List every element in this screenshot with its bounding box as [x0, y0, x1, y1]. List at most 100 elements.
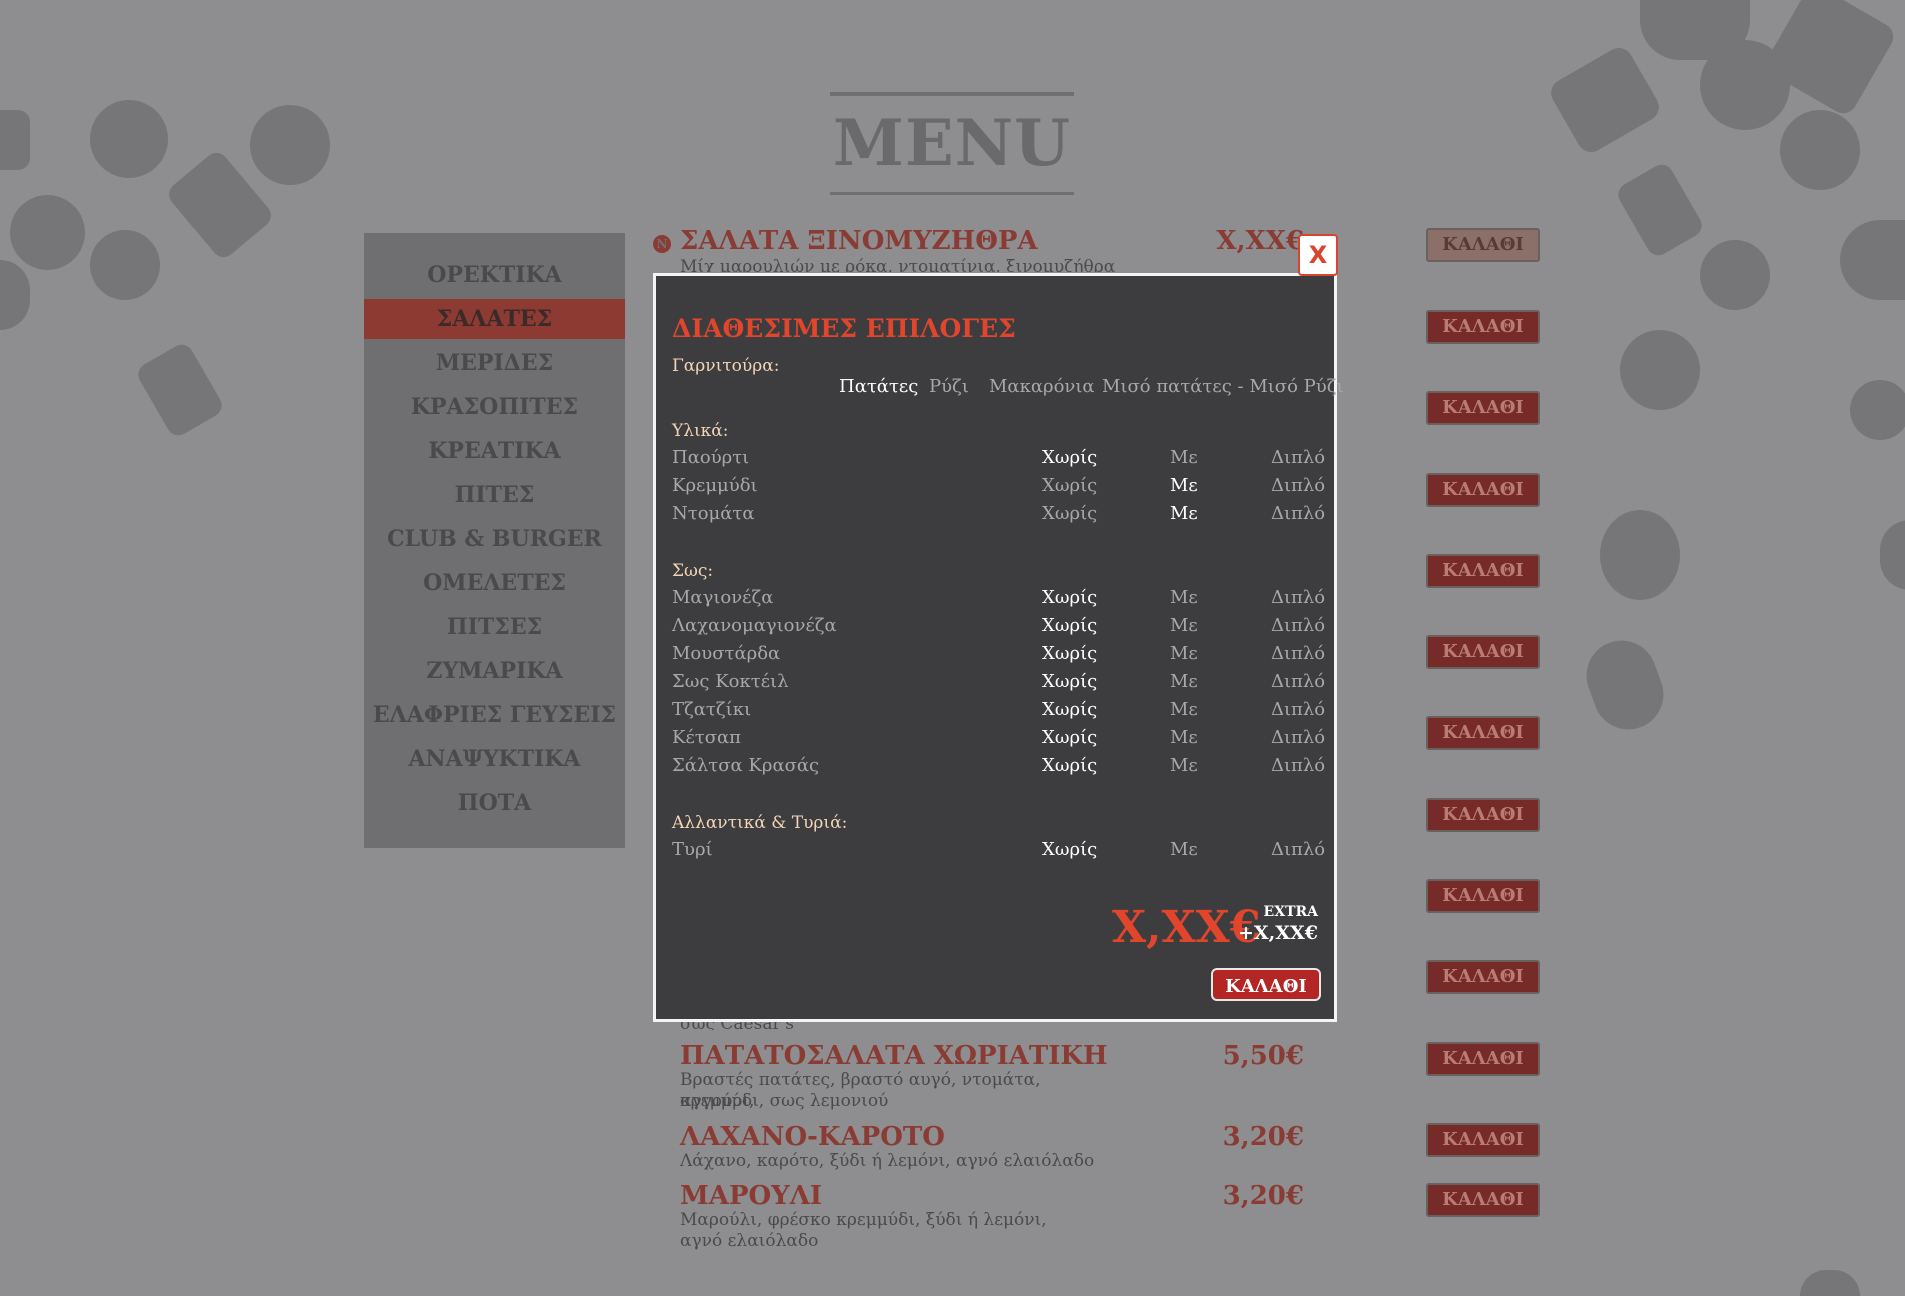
option-without[interactable]: Χωρίς: [1042, 755, 1097, 776]
option-without[interactable]: Χωρίς: [1042, 671, 1097, 692]
garnish-label: Γαρνιτούρα:: [672, 356, 780, 376]
vegetarian-icon: Ν: [653, 235, 671, 253]
category-sidebar: ΟΡΕΚΤΙΚΑ ΣΑΛΑΤΕΣ ΜΕΡΙΔΕΣ ΚΡΑΣΟΠΙΤΕΣ ΚΡΕΑ…: [364, 233, 625, 848]
option-double[interactable]: Διπλό: [1271, 839, 1325, 860]
page-title-block: MENU: [830, 92, 1074, 195]
add-to-cart-button[interactable]: ΚΑΛΑΘΙ: [1426, 1042, 1540, 1076]
sidebar-item-krasopites[interactable]: ΚΡΑΣΟΠΙΤΕΣ: [364, 387, 625, 427]
option-name: Μουστάρδα: [672, 643, 781, 664]
option-without[interactable]: Χωρίς: [1042, 587, 1097, 608]
item-price: 3,20€: [1222, 1122, 1304, 1152]
garnish-option-ryzi[interactable]: Ρύζι: [929, 376, 969, 397]
option-double[interactable]: Διπλό: [1271, 475, 1325, 496]
section-label-allantika: Αλλαντικά & Τυριά:: [672, 813, 848, 833]
option-name: Παούρτι: [672, 447, 750, 468]
option-double[interactable]: Διπλό: [1271, 671, 1325, 692]
page-title: MENU: [833, 106, 1071, 181]
sidebar-item-merides[interactable]: ΜΕΡΙΔΕΣ: [364, 343, 625, 383]
item-title: ΣΑΛΑΤΑ ΞΙΝΟΜΥΖΗΘΡΑ: [680, 226, 1038, 256]
add-to-cart-button[interactable]: ΚΑΛΑΘΙ: [1426, 391, 1540, 425]
sidebar-item-salates[interactable]: ΣΑΛΑΤΕΣ: [364, 299, 625, 339]
item-price: 3,20€: [1222, 1181, 1304, 1211]
option-with[interactable]: Με: [1170, 643, 1198, 664]
option-name: Σως Κοκτέιλ: [672, 671, 789, 692]
option-with[interactable]: Με: [1170, 727, 1198, 748]
item-description: κρεμμύδι, σως λεμονιού: [680, 1091, 889, 1111]
sidebar-item-elafries-gefseis[interactable]: ΕΛΑΦΡΙΕΣ ΓΕΥΣΕΙΣ: [364, 695, 625, 735]
option-without[interactable]: Χωρίς: [1042, 699, 1097, 720]
option-with[interactable]: Με: [1170, 699, 1198, 720]
option-with[interactable]: Με: [1170, 503, 1198, 524]
option-double[interactable]: Διπλό: [1271, 699, 1325, 720]
option-double[interactable]: Διπλό: [1271, 755, 1325, 776]
option-double[interactable]: Διπλό: [1271, 615, 1325, 636]
add-to-cart-button[interactable]: ΚΑΛΑΘΙ: [1426, 228, 1540, 262]
option-without[interactable]: Χωρίς: [1042, 839, 1097, 860]
add-to-cart-button[interactable]: ΚΑΛΑΘΙ: [1426, 879, 1540, 913]
sidebar-item-zymarika[interactable]: ΖΥΜΑΡΙΚΑ: [364, 651, 625, 691]
option-with[interactable]: Με: [1170, 615, 1198, 636]
sidebar-item-kreatika[interactable]: ΚΡΕΑΤΙΚΑ: [364, 431, 625, 471]
add-to-cart-button[interactable]: ΚΑΛΑΘΙ: [1426, 310, 1540, 344]
add-to-cart-button[interactable]: ΚΑΛΑΘΙ: [1426, 716, 1540, 750]
option-name: Λαχανομαγιονέζα: [672, 615, 837, 636]
add-to-cart-button[interactable]: ΚΑΛΑΘΙ: [1426, 635, 1540, 669]
option-double[interactable]: Διπλό: [1271, 503, 1325, 524]
option-without[interactable]: Χωρίς: [1042, 503, 1097, 524]
option-with[interactable]: Με: [1170, 475, 1198, 496]
sidebar-item-omeletes[interactable]: ΟΜΕΛΕΤΕΣ: [364, 563, 625, 603]
option-with[interactable]: Με: [1170, 447, 1198, 468]
extra-price: +X,XX€: [1238, 922, 1318, 944]
option-with[interactable]: Με: [1170, 671, 1198, 692]
option-name: Μαγιονέζα: [672, 587, 774, 608]
sidebar-item-pitses[interactable]: ΠΙΤΣΕΣ: [364, 607, 625, 647]
option-without[interactable]: Χωρίς: [1042, 615, 1097, 636]
option-name: Ντομάτα: [672, 503, 755, 524]
option-without[interactable]: Χωρίς: [1042, 447, 1097, 468]
item-title: ΠΑΤΑΤΟΣΑΛΑΤΑ ΧΩΡΙΑΤΙΚΗ: [680, 1041, 1108, 1071]
option-name: Κρεμμύδι: [672, 475, 758, 496]
garnish-option-miso-miso[interactable]: Μισό πατάτες - Μισό Ρύζι: [1102, 376, 1344, 397]
add-to-cart-button[interactable]: ΚΑΛΑΘΙ: [1426, 960, 1540, 994]
option-name: Τυρί: [672, 839, 713, 860]
option-without[interactable]: Χωρίς: [1042, 643, 1097, 664]
add-to-cart-button[interactable]: ΚΑΛΑΘΙ: [1426, 1183, 1540, 1217]
option-double[interactable]: Διπλό: [1271, 727, 1325, 748]
modal-add-to-cart-button[interactable]: ΚΑΛΑΘΙ: [1211, 968, 1321, 1001]
garnish-option-patates[interactable]: Πατάτες: [839, 376, 918, 397]
option-without[interactable]: Χωρίς: [1042, 475, 1097, 496]
item-description: αγνό ελαιόλαδο: [680, 1231, 819, 1251]
option-with[interactable]: Με: [1170, 839, 1198, 860]
item-title: ΜΑΡΟΥΛΙ: [680, 1181, 823, 1211]
option-double[interactable]: Διπλό: [1271, 587, 1325, 608]
add-to-cart-button[interactable]: ΚΑΛΑΘΙ: [1426, 554, 1540, 588]
garnish-option-makaronia[interactable]: Μακαρόνια: [989, 376, 1095, 397]
item-description: Μίχ μαρουλιών με ρόκα, ντοματίνια, ξινομ…: [680, 257, 1116, 272]
modal-heading: ΔΙΑΘΕΣΙΜΕΣ ΕΠΙΛΟΓΕΣ: [672, 314, 1016, 343]
option-with[interactable]: Με: [1170, 587, 1198, 608]
add-to-cart-button[interactable]: ΚΑΛΑΘΙ: [1426, 1123, 1540, 1157]
section-label-sos: Σως:: [672, 561, 714, 581]
option-with[interactable]: Με: [1170, 755, 1198, 776]
add-to-cart-button[interactable]: ΚΑΛΑΘΙ: [1426, 473, 1540, 507]
item-title: ΛΑΧΑΝΟ-ΚΑΡΟΤΟ: [680, 1122, 945, 1152]
sidebar-item-pota[interactable]: ΠΟΤΑ: [364, 783, 625, 823]
sidebar-item-pites[interactable]: ΠΙΤΕΣ: [364, 475, 625, 515]
title-divider-bottom: [830, 192, 1074, 195]
item-price: X,XX€: [1216, 226, 1304, 256]
add-to-cart-button[interactable]: ΚΑΛΑΘΙ: [1426, 798, 1540, 832]
sidebar-item-orektika[interactable]: ΟΡΕΚΤΙΚΑ: [364, 255, 625, 295]
option-without[interactable]: Χωρίς: [1042, 727, 1097, 748]
item-price: 5,50€: [1222, 1041, 1304, 1071]
item-description: Μαρούλι, φρέσκο κρεμμύδι, ξύδι ή λεμόνι,: [680, 1210, 1047, 1230]
option-name: Τζατζίκι: [672, 699, 751, 720]
item-description: Λάχανο, καρότο, ξύδι ή λεμόνι, αγνό ελαι…: [680, 1151, 1095, 1171]
option-double[interactable]: Διπλό: [1271, 447, 1325, 468]
close-modal-button[interactable]: X: [1298, 234, 1338, 276]
option-double[interactable]: Διπλό: [1271, 643, 1325, 664]
sidebar-item-anapsyktika[interactable]: ΑΝΑΨΥΚΤΙΚΑ: [364, 739, 625, 779]
options-modal: ΔΙΑΘΕΣΙΜΕΣ ΕΠΙΛΟΓΕΣ Γαρνιτούρα: Πατάτες …: [653, 273, 1344, 1022]
sidebar-item-club-burger[interactable]: CLUB & BURGER: [364, 519, 625, 559]
option-name: Σάλτσα Κρασάς: [672, 755, 820, 776]
option-name: Κέτσαπ: [672, 727, 742, 748]
